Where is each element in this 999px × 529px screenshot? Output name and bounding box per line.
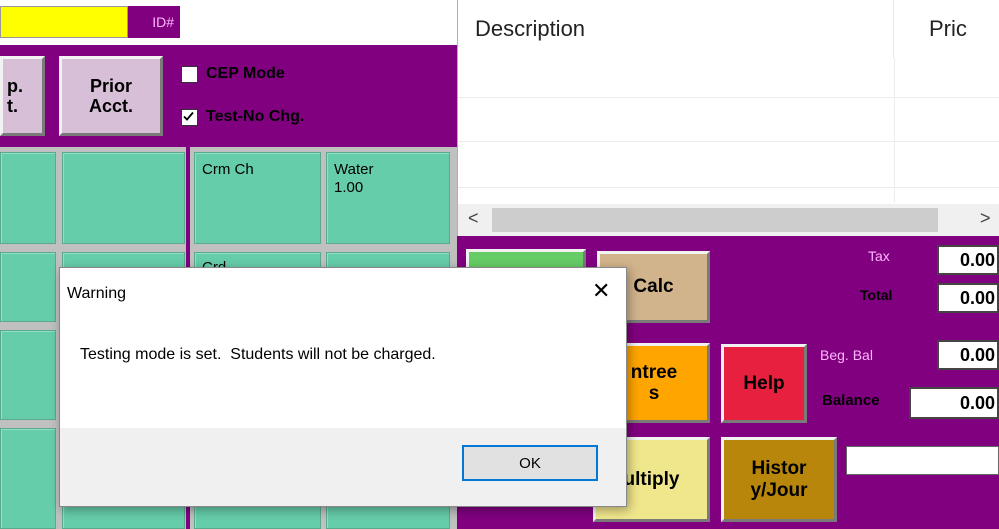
tax-value: 0.00 — [937, 245, 999, 275]
menu-tile-crm-ch[interactable]: Crm Ch — [194, 152, 321, 244]
horizontal-scrollbar[interactable]: < > — [458, 204, 999, 236]
beg-bal-label: Beg. Bal — [820, 347, 873, 363]
balance-label: Balance — [822, 392, 880, 409]
cep-mode-checkbox[interactable]: CEP Mode — [181, 63, 341, 85]
water-label: Water 1.00 — [334, 161, 374, 196]
crm-ch-label: Crm Ch — [202, 161, 254, 178]
warning-dialog: Warning ✕ Testing mode is set. Students … — [59, 267, 627, 507]
name-field[interactable] — [0, 6, 128, 38]
grid-column-divider — [894, 58, 895, 203]
emp-acct-label: p. t. — [7, 75, 23, 116]
history-journal-label: Histor y/Jour — [750, 458, 808, 501]
ok-button[interactable]: OK — [462, 445, 598, 481]
tax-label: Tax — [868, 248, 890, 264]
emp-acct-button[interactable]: p. t. — [0, 56, 45, 136]
scroll-left-icon[interactable]: < — [468, 208, 479, 229]
grid-row[interactable] — [458, 58, 999, 98]
beg-bal-value: 0.00 — [937, 340, 999, 370]
test-no-chg-box[interactable] — [181, 108, 198, 126]
total-label: Total — [860, 287, 893, 303]
grid-row[interactable] — [458, 142, 999, 188]
close-icon[interactable]: ✕ — [592, 279, 610, 304]
item-grid: Description Pric < > — [457, 0, 999, 236]
cep-mode-label: CEP Mode — [206, 65, 285, 82]
dialog-title: Warning — [67, 285, 126, 302]
id-label: ID# — [152, 14, 174, 30]
entry-field[interactable] — [846, 446, 999, 475]
column-description-label: Description — [475, 16, 586, 41]
menu-tile[interactable] — [62, 152, 185, 244]
menu-tile-water[interactable]: Water 1.00 — [326, 152, 450, 244]
calc-label: Calc — [633, 276, 674, 298]
prior-acct-label: Prior Acct. — [88, 75, 133, 116]
scrollbar-thumb[interactable] — [492, 208, 938, 232]
menu-tile[interactable] — [0, 252, 56, 322]
menu-tile[interactable] — [0, 330, 56, 420]
help-button[interactable]: Help — [721, 344, 807, 423]
menu-tile[interactable] — [0, 152, 56, 244]
dialog-message: Testing mode is set. Students will not b… — [80, 346, 436, 363]
multiply-label: ultiply — [623, 468, 680, 490]
entrees-label: ntree s — [630, 361, 678, 404]
ok-label: OK — [519, 454, 541, 472]
check-icon — [183, 111, 194, 121]
cep-mode-box[interactable] — [181, 65, 198, 83]
grid-row[interactable] — [458, 98, 999, 142]
prior-acct-button[interactable]: Prior Acct. — [59, 56, 163, 136]
menu-tile[interactable] — [0, 428, 56, 529]
header-strip — [180, 45, 457, 48]
test-no-chg-checkbox[interactable]: Test-No Chg. — [181, 106, 361, 128]
balance-value: 0.00 — [909, 387, 999, 419]
dialog-title-bar[interactable]: Warning ✕ — [60, 268, 626, 320]
history-journal-button[interactable]: Histor y/Jour — [721, 437, 837, 522]
scroll-right-icon[interactable]: > — [980, 208, 991, 229]
column-price-label: Pric — [929, 16, 967, 41]
test-no-chg-label: Test-No Chg. — [206, 108, 305, 125]
help-label: Help — [743, 372, 785, 394]
column-header-description[interactable]: Description — [458, 0, 894, 58]
column-header-price[interactable]: Pric — [895, 0, 999, 58]
id-label-box: ID# — [128, 6, 180, 38]
total-value: 0.00 — [937, 283, 999, 313]
dialog-body: Testing mode is set. Students will not b… — [60, 320, 626, 428]
